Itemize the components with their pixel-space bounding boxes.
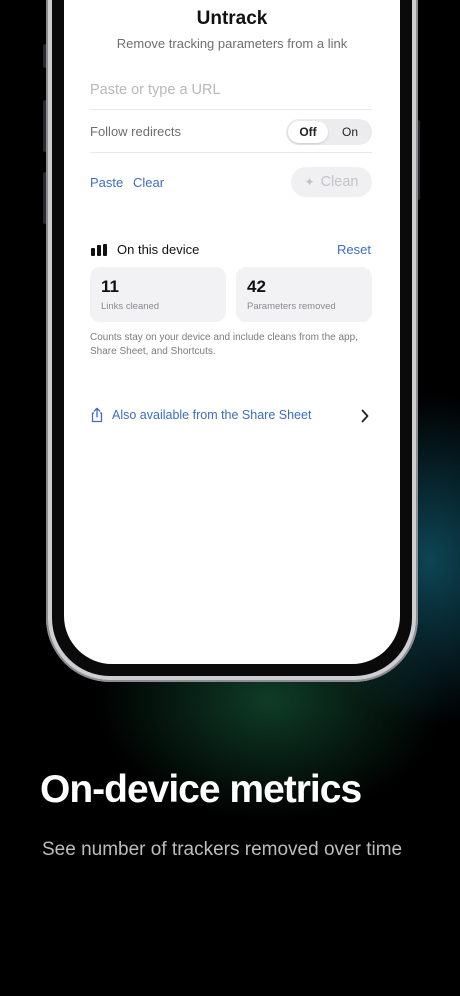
share-sheet-row[interactable]: Also available from the Share Sheet: [90, 404, 372, 428]
bar-chart-icon: [91, 244, 108, 256]
links-cleaned-value: 11: [101, 277, 119, 296]
sparkle-icon: ✦: [304, 175, 315, 189]
paste-button[interactable]: Paste: [90, 175, 123, 190]
parameters-removed-card: 42 Parameters removed: [236, 267, 372, 322]
follow-redirects-toggle[interactable]: Off On: [286, 119, 372, 145]
divider: [90, 109, 372, 110]
app-content: Untrack Remove tracking parameters from …: [64, 0, 400, 664]
divider: [90, 152, 372, 153]
share-icon: [91, 407, 103, 423]
app-subtitle: Remove tracking parameters from a link: [116, 36, 348, 51]
promo-tagline: See number of trackers removed over time: [42, 839, 403, 860]
promo-headline: On-device metrics: [40, 768, 362, 811]
metrics-note: Counts stay on your device and include c…: [90, 332, 358, 357]
clean-button[interactable]: ✦ Clean: [291, 167, 372, 197]
parameters-removed-value: 42: [247, 277, 266, 296]
reset-button[interactable]: Reset: [337, 242, 371, 257]
clean-button-label: Clean: [320, 174, 359, 190]
redirects-off-option[interactable]: Off: [288, 121, 328, 143]
metrics-heading: On this device: [117, 242, 200, 257]
links-cleaned-card: 11 Links cleaned: [90, 267, 226, 322]
parameters-removed-label: Parameters removed: [247, 301, 336, 312]
links-cleaned-label: Links cleaned: [101, 301, 160, 312]
follow-redirects-label: Follow redirects: [90, 124, 182, 139]
url-input[interactable]: [90, 72, 372, 108]
phone-screen: Untrack Remove tracking parameters from …: [64, 0, 400, 664]
app-title: Untrack: [196, 8, 268, 29]
clear-button[interactable]: Clear: [133, 175, 164, 190]
chevron-right-icon: [361, 409, 369, 423]
redirects-on-option[interactable]: On: [330, 121, 370, 143]
share-sheet-label: Also available from the Share Sheet: [112, 408, 312, 422]
